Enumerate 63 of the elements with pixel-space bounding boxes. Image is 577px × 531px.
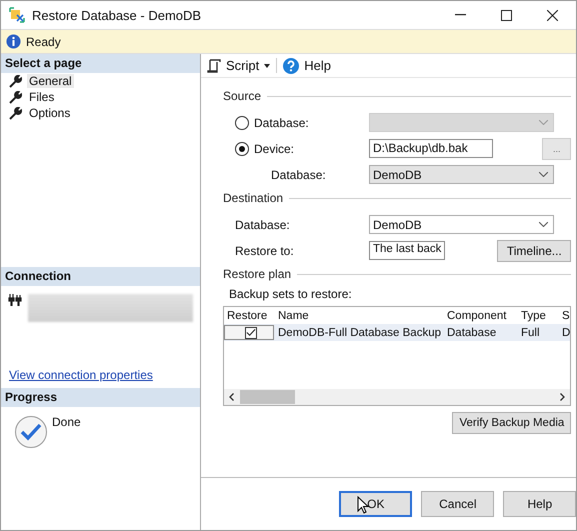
table-cell-text: DemoDB-Full Database Backup <box>277 326 442 338</box>
field-label: Restore to: <box>234 244 295 258</box>
backup-sets-label: Backup sets to restore: <box>228 287 353 301</box>
scroll-right-icon[interactable] <box>560 393 566 401</box>
dialog-button[interactable]: Help <box>503 491 576 517</box>
maximize-icon[interactable] <box>501 10 512 20</box>
section-header: Select a page <box>1 54 200 73</box>
database-dropdown[interactable]: DemoDB <box>369 165 554 184</box>
restore-to-field[interactable]: The last back <box>369 241 446 260</box>
script-icon <box>207 58 221 72</box>
status-text: Ready <box>26 34 61 48</box>
browse-button[interactable]: ... <box>542 138 572 160</box>
field-label: Database: <box>254 116 309 130</box>
app-icon <box>9 7 25 23</box>
checkbox[interactable] <box>244 326 256 338</box>
table-cell-text: Database <box>446 326 498 338</box>
info-icon <box>6 34 21 49</box>
chevron-icon <box>539 120 548 125</box>
close-icon[interactable] <box>547 10 558 20</box>
group-heading: Source <box>223 89 262 103</box>
page-item[interactable]: General <box>27 74 74 88</box>
script-button[interactable]: Script <box>205 58 272 73</box>
table-cell-text: Full <box>520 326 541 338</box>
field-label: Database: <box>234 218 291 232</box>
database-dropdown[interactable]: DemoDB <box>369 215 554 234</box>
wrench-icon <box>9 90 22 104</box>
chevron-icon <box>539 172 548 177</box>
verify-backup-media-button[interactable]: Verify Backup Media <box>452 412 572 434</box>
column-header[interactable]: Restore <box>224 310 274 322</box>
wrench-icon <box>9 106 22 120</box>
plug-icon <box>8 294 22 306</box>
device-path-field[interactable]: D:\Backup\db.bak <box>369 139 493 158</box>
page-item[interactable]: Files <box>27 90 56 104</box>
help-button[interactable]: Help <box>281 58 333 74</box>
help-icon <box>283 58 300 74</box>
connection-properties-link[interactable]: View connection properties <box>9 368 153 382</box>
column-header[interactable]: S <box>558 310 570 322</box>
dialog-button[interactable]: Cancel <box>421 491 494 517</box>
table-cell-text: D <box>561 326 570 338</box>
chevron-icon <box>539 222 548 227</box>
progress-status: Done <box>52 415 81 431</box>
group-heading: Destination <box>223 191 284 205</box>
checkmark-circle-icon <box>14 415 48 449</box>
radio-button[interactable] <box>235 142 249 156</box>
minimize-icon[interactable] <box>455 14 466 16</box>
column-header[interactable]: Name <box>274 310 443 322</box>
group-heading: Restore plan <box>223 267 292 281</box>
dialog-button[interactable]: OK <box>339 491 412 517</box>
mouse-cursor-icon <box>357 496 369 514</box>
horizontal-scrollbar[interactable] <box>224 389 570 405</box>
scroll-thumb[interactable] <box>240 390 295 404</box>
window-title: Restore Database - DemoDB <box>32 8 202 22</box>
column-header[interactable]: Type <box>517 310 558 322</box>
column-header[interactable]: Component <box>443 310 517 322</box>
section-header: Connection <box>1 267 200 286</box>
wrench-icon <box>9 74 22 88</box>
dropdown-icon <box>264 64 270 68</box>
field-label: Database: <box>270 168 327 182</box>
scroll-left-icon[interactable] <box>229 393 234 401</box>
timeline-button[interactable]: Timeline... <box>497 240 572 262</box>
page-item[interactable]: Options <box>27 106 72 120</box>
field-label: Device: <box>254 142 294 156</box>
section-header: Progress <box>1 388 200 407</box>
